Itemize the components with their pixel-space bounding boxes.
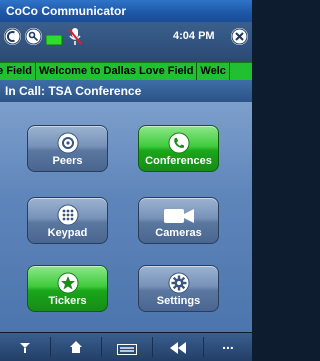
ticker-item: Welc <box>197 63 230 80</box>
tickers-label: Tickers <box>48 295 87 307</box>
key-icon[interactable] <box>25 28 42 45</box>
bottom-toolbar: ... <box>0 332 252 361</box>
tickers-button[interactable]: Tickers <box>27 265 108 312</box>
more-button[interactable]: ... <box>204 333 252 361</box>
rewind-button[interactable] <box>153 333 203 361</box>
cameras-label: Cameras <box>155 227 202 239</box>
back-icon[interactable] <box>4 28 21 45</box>
keypad-label: Keypad <box>47 227 88 239</box>
conferences-button[interactable]: Conferences <box>138 125 219 172</box>
list-icon <box>117 342 137 360</box>
mic-muted-icon[interactable] <box>68 27 82 52</box>
battery-icon <box>45 32 64 50</box>
keypad-button[interactable]: Keypad <box>27 197 108 244</box>
home-icon <box>69 340 83 359</box>
call-status-text: In Call: TSA Conference <box>5 84 142 98</box>
menu-button[interactable] <box>102 333 152 361</box>
peers-button[interactable]: Peers <box>27 125 108 172</box>
more-label: ... <box>222 336 234 352</box>
settings-button[interactable]: Settings <box>138 265 219 312</box>
ticker-item: ve Field <box>0 63 36 80</box>
conferences-label: Conferences <box>145 155 212 167</box>
close-icon[interactable] <box>231 28 248 45</box>
main-menu: Peers Conferences Keypad Cameras Tickers… <box>0 102 252 332</box>
ticker-text: ve FieldWelcome to Dallas Love FieldWelc <box>0 63 230 80</box>
status-bar: 4:04 PM <box>0 22 252 62</box>
clock: 4:04 PM <box>173 30 215 42</box>
home-button[interactable] <box>51 333 101 361</box>
window-title: CoCo Communicator <box>6 4 126 18</box>
peers-label: Peers <box>52 155 83 167</box>
ticker-item: Welcome to Dallas Love Field <box>36 63 198 80</box>
window-title-bar: CoCo Communicator <box>0 0 252 22</box>
signal-button[interactable] <box>0 333 50 361</box>
rewind-icon <box>170 341 186 359</box>
settings-label: Settings <box>156 295 201 307</box>
cameras-button[interactable]: Cameras <box>138 197 219 244</box>
signal-icon <box>18 340 32 359</box>
call-status-bar: In Call: TSA Conference <box>0 80 252 102</box>
news-ticker[interactable]: ve FieldWelcome to Dallas Love FieldWelc <box>0 62 252 82</box>
